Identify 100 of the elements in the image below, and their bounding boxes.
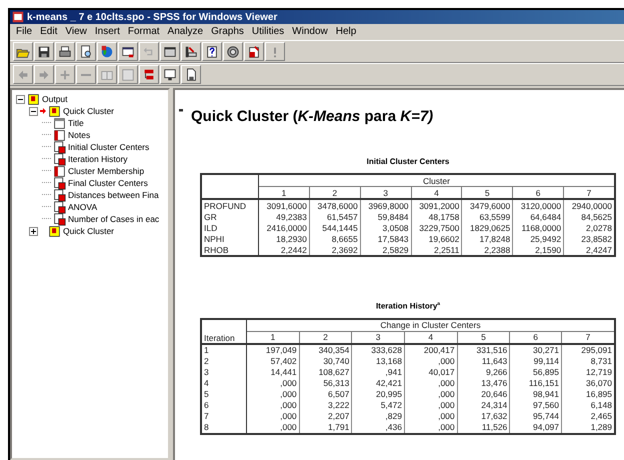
expand-toggle[interactable] [29, 226, 38, 236]
monitor-button[interactable] [160, 65, 180, 84]
menu-item[interactable]: Edit [36, 26, 62, 37]
row-header: 4 [201, 378, 246, 389]
table-cell: 17,632 [457, 410, 510, 422]
outline-item[interactable]: Distances between Fina [68, 190, 159, 200]
menu-item[interactable]: Insert [90, 26, 124, 37]
table-cell: 95,744 [510, 410, 562, 422]
outline-item[interactable]: Cluster Membership [68, 166, 144, 176]
print-icon [58, 44, 72, 58]
outline-item[interactable]: Quick Cluster [63, 106, 114, 116]
table-cell: ,000 [404, 410, 458, 422]
collapse-toggle[interactable] [16, 94, 25, 104]
table-cell: 63,5599 [462, 211, 513, 222]
table-cell: 16,895 [562, 388, 615, 400]
table-cell: 6,507 [299, 388, 352, 400]
table-cell: 331,516 [457, 344, 510, 356]
table-cell: 197,049 [246, 344, 300, 356]
menu-item[interactable]: Graphs [207, 26, 248, 37]
table-cell: ,436 [352, 422, 404, 434]
exclamation-button[interactable] [265, 42, 285, 61]
left-arrow-button[interactable] [13, 65, 33, 84]
column-group-header: Change in Cluster Centers [246, 318, 615, 332]
outline-item[interactable]: Output [42, 94, 68, 104]
table-cell: 14,441 [246, 366, 300, 378]
table-cell: 97,560 [510, 400, 562, 411]
table-cell: 3479,6000 [462, 199, 513, 211]
table-cell: 56,313 [299, 378, 352, 389]
menu-item[interactable]: Analyze [164, 26, 208, 37]
column-header: 3 [352, 331, 404, 344]
outline-item[interactable]: Number of Cases in eac [68, 214, 160, 224]
table-cell: 20,646 [457, 388, 510, 400]
table-cell: 3,222 [299, 400, 352, 411]
print-button[interactable] [55, 42, 75, 61]
frame-button[interactable] [118, 65, 138, 84]
table-page-icon [53, 176, 66, 190]
table-cell: 2,1590 [512, 244, 564, 256]
table-cell: 2,3692 [309, 244, 360, 256]
minus-button[interactable] [76, 65, 96, 84]
save-button[interactable] [34, 42, 54, 61]
outline-item[interactable]: Iteration History [68, 154, 128, 164]
row-header: 3 [201, 366, 246, 378]
table-cell: 2,207 [299, 410, 352, 422]
table-page-icon [53, 200, 66, 214]
book-button[interactable] [97, 65, 117, 84]
frame-icon [121, 68, 135, 82]
table-cell: 2,2388 [462, 244, 513, 256]
outline-item[interactable]: Quick Cluster [63, 226, 114, 236]
table-cell: 2,0278 [564, 222, 615, 233]
open-folder-button[interactable] [13, 42, 33, 61]
window-button[interactable] [160, 42, 180, 61]
variable-info-button[interactable] [202, 42, 222, 61]
menu-item[interactable]: Window [288, 26, 332, 37]
app-icon [12, 11, 24, 23]
outline-item[interactable]: Final Cluster Centers [68, 178, 148, 188]
table-cell: 6,148 [562, 400, 615, 411]
select-cases-icon [247, 44, 261, 58]
table-cell: 2,2442 [258, 244, 310, 256]
dialog-button[interactable] [118, 42, 138, 61]
table-cell: 42,421 [352, 378, 404, 389]
table-cell: 3229,7500 [411, 222, 462, 233]
right-arrow-button[interactable] [34, 65, 54, 84]
goto-case-button[interactable] [181, 42, 201, 61]
row-header: 1 [201, 344, 246, 356]
menu-item[interactable]: Format [124, 26, 164, 37]
table-cell: 25,9492 [512, 233, 564, 244]
select-cases-button[interactable] [244, 42, 264, 61]
table-cell: 48,1758 [411, 211, 462, 222]
table-cell: 84,5625 [564, 211, 615, 222]
outline-item[interactable]: Title [68, 118, 84, 128]
table-cell: 94,097 [510, 422, 562, 434]
menu-item[interactable]: File [12, 26, 36, 37]
table-cell: 36,070 [562, 378, 615, 389]
globe-button[interactable] [97, 42, 117, 61]
table-cell: 2416,0000 [258, 222, 310, 233]
save-icon [37, 44, 51, 58]
table-cell: 2,465 [562, 410, 615, 422]
outline-item[interactable]: ANOVA [68, 202, 98, 212]
column-header: 5 [462, 186, 513, 199]
table-cell: ,000 [246, 388, 300, 400]
print-preview-button[interactable] [76, 42, 96, 61]
table-cell: ,000 [404, 422, 458, 434]
outline-item[interactable]: Notes [68, 130, 90, 140]
table-cell: 12,719 [562, 366, 615, 378]
menu-item[interactable]: Help [332, 26, 360, 37]
menu-item[interactable]: View [61, 26, 91, 37]
table-cell: 99,114 [510, 356, 562, 367]
row-header: GR [201, 211, 258, 222]
table-cell: 17,8248 [462, 233, 513, 244]
document-button[interactable] [181, 65, 201, 84]
row-header: 2 [201, 356, 246, 367]
table-cell: ,000 [404, 400, 458, 411]
menu-item[interactable]: Utilities [248, 26, 288, 37]
table-cell: 544,1445 [309, 222, 360, 233]
collapse-toggle[interactable] [29, 106, 38, 116]
table-cell: 2940,0000 [564, 199, 615, 211]
plus-button[interactable] [55, 65, 75, 84]
undo-button[interactable] [139, 42, 159, 61]
table-cell: 1829,0625 [462, 222, 513, 233]
outline-item[interactable]: Initial Cluster Centers [68, 142, 150, 152]
